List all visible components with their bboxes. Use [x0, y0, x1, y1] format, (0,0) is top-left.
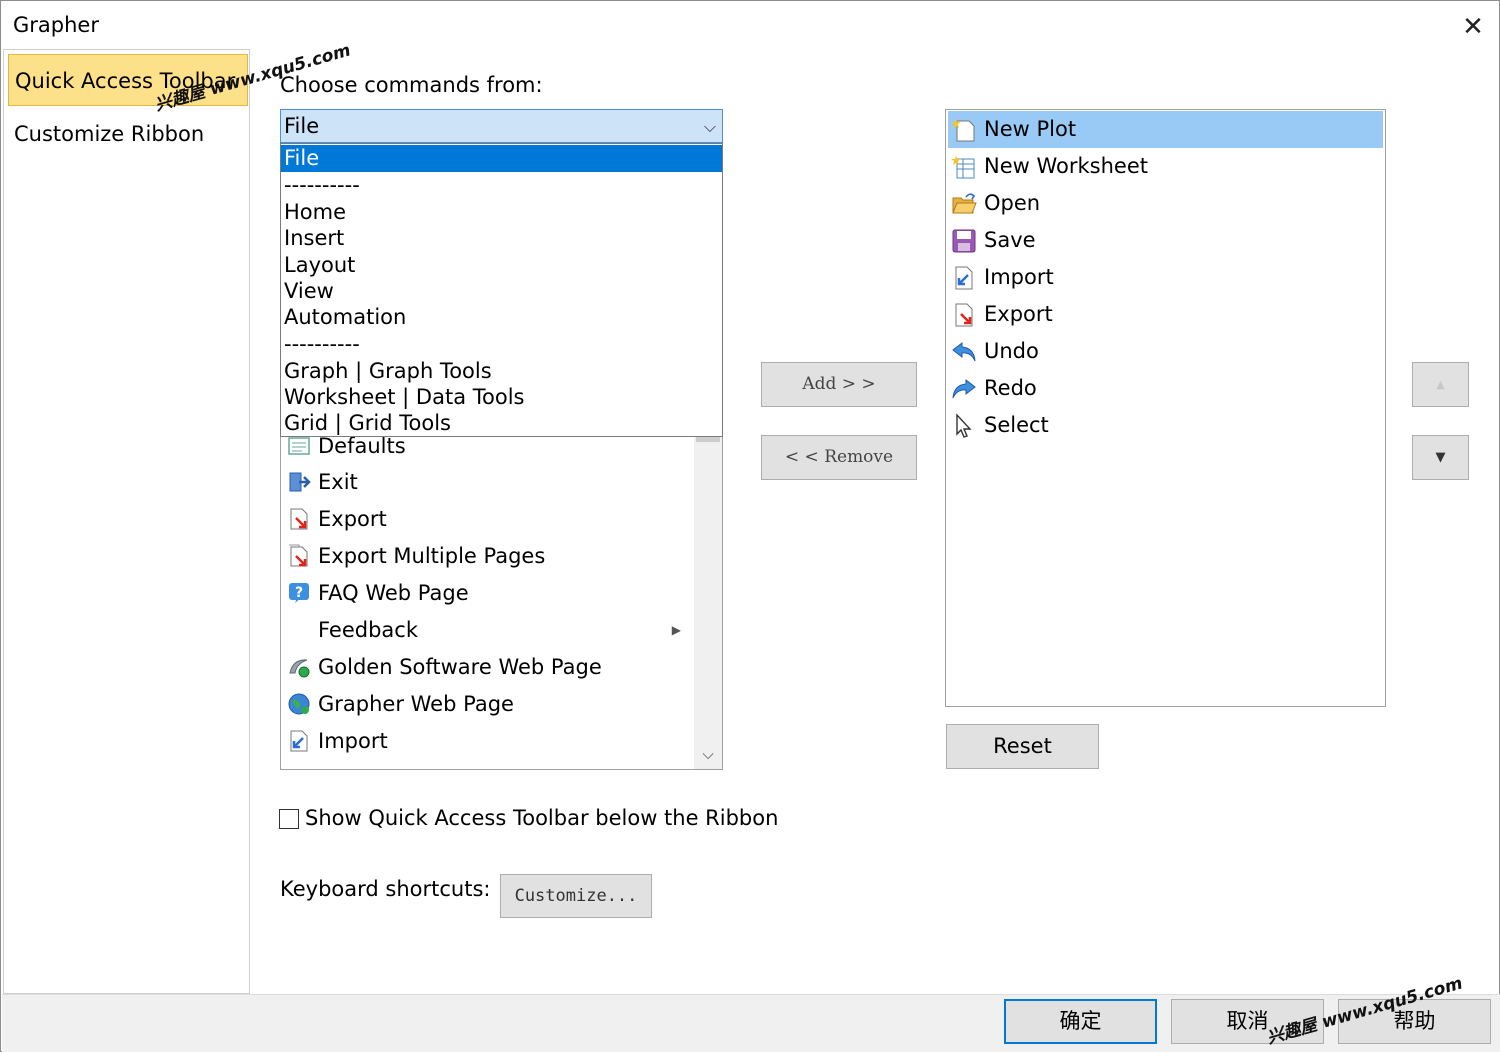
undo-icon	[952, 341, 976, 362]
dropdown-option[interactable]: Grid | Grid Tools	[281, 410, 722, 437]
list-item[interactable]: Redo	[948, 370, 1383, 407]
list-item-label: Import	[318, 729, 388, 753]
golden-web-icon	[289, 659, 310, 678]
export-icon	[955, 303, 973, 327]
list-item-label: Golden Software Web Page	[318, 655, 602, 679]
dropdown-option[interactable]: Layout	[281, 252, 722, 279]
list-item-label: Feedback	[318, 618, 419, 642]
list-item[interactable]: Save	[948, 222, 1383, 259]
list-item[interactable]: Export Multiple Pages	[285, 538, 689, 574]
remove-button[interactable]: < < Remove	[761, 435, 917, 480]
list-item-label: Save	[984, 228, 1036, 252]
add-button[interactable]: Add > >	[761, 362, 917, 407]
export-multiple-icon	[289, 544, 308, 567]
list-item-label: Grapher Web Page	[318, 692, 514, 716]
customize-dialog: Grapher ✕ Quick Access Toolbar Customize…	[0, 0, 1500, 1052]
scroll-down-icon[interactable]: ⌵	[694, 741, 722, 767]
choose-commands-label: Choose commands from:	[280, 73, 543, 97]
combo-value: File	[284, 114, 320, 138]
list-item[interactable]: Undo	[948, 333, 1383, 370]
list-item[interactable]: Feedback ▶	[285, 612, 689, 648]
new-plot-icon	[951, 118, 975, 142]
window-title: Grapher	[13, 13, 99, 37]
keyboard-shortcuts-label: Keyboard shortcuts:	[280, 877, 491, 901]
dropdown-option[interactable]: File	[281, 145, 722, 172]
dropdown-separator: ----------	[284, 332, 360, 356]
new-worksheet-icon	[951, 155, 975, 179]
defaults-icon	[288, 437, 310, 455]
save-icon	[952, 229, 976, 253]
list-item-label: Open	[984, 191, 1041, 215]
list-item[interactable]: Select	[948, 407, 1383, 444]
list-item[interactable]: Open	[948, 185, 1383, 222]
customize-shortcuts-button[interactable]: Customize...	[500, 874, 652, 918]
commands-source-combo[interactable]: File ⌵	[280, 109, 723, 143]
commands-source-dropdown[interactable]: File ---------- Home Insert Layout View …	[280, 143, 723, 437]
svg-text:?: ?	[295, 585, 303, 601]
list-item[interactable]: Import	[948, 259, 1383, 296]
dropdown-option[interactable]: View	[281, 278, 722, 305]
list-item[interactable]: ? FAQ Web Page	[285, 575, 689, 611]
chevron-down-icon: ⌵	[703, 117, 716, 136]
list-item-label: Undo	[984, 339, 1039, 363]
quick-access-commands-list[interactable]: New Plot New Worksheet Open Save Import …	[945, 109, 1386, 707]
list-item[interactable]: New Worksheet	[948, 148, 1383, 185]
close-icon[interactable]: ✕	[1453, 7, 1493, 47]
dropdown-option[interactable]: Insert	[281, 225, 722, 252]
list-item-label: Redo	[984, 376, 1037, 400]
dropdown-separator: ----------	[284, 173, 360, 197]
globe-icon	[288, 693, 310, 715]
list-item-label: New Plot	[984, 117, 1077, 141]
list-item-label: New Worksheet	[984, 154, 1148, 178]
export-icon	[290, 508, 308, 530]
list-item[interactable]: Exit	[285, 464, 689, 500]
list-item-label: Import	[984, 265, 1054, 289]
left-nav: Quick Access Toolbar Customize Ribbon	[3, 49, 250, 994]
list-item[interactable]: New Plot	[948, 111, 1383, 148]
list-item[interactable]: Golden Software Web Page	[285, 649, 689, 685]
import-icon	[290, 730, 308, 752]
open-folder-icon	[952, 193, 977, 214]
redo-icon	[952, 378, 976, 399]
list-item-label: Exit	[318, 470, 358, 494]
ok-button[interactable]: 确定	[1004, 999, 1157, 1044]
show-below-ribbon-label[interactable]: Show Quick Access Toolbar below the Ribb…	[305, 806, 778, 830]
list-item[interactable]: Import	[285, 723, 689, 759]
move-up-button[interactable]: ▲	[1412, 362, 1469, 407]
dropdown-option[interactable]: Automation	[281, 304, 722, 331]
exit-icon	[289, 472, 311, 492]
cursor-icon	[956, 413, 972, 438]
list-item[interactable]: Grapher Web Page	[285, 686, 689, 722]
list-item-label: Export	[318, 507, 387, 531]
show-below-ribbon-checkbox[interactable]	[279, 809, 299, 829]
title-bar: Grapher ✕	[1, 1, 1500, 51]
list-item-label: FAQ Web Page	[318, 581, 469, 605]
list-item-label: Export Multiple Pages	[318, 544, 546, 568]
dropdown-option[interactable]: Worksheet | Data Tools	[281, 384, 722, 411]
nav-customize-ribbon[interactable]: Customize Ribbon	[8, 108, 248, 160]
help-icon: ?	[289, 583, 309, 603]
dropdown-option[interactable]: Graph | Graph Tools	[281, 358, 722, 385]
reset-button[interactable]: Reset	[946, 724, 1099, 769]
import-icon	[955, 266, 973, 290]
list-item[interactable]: Export	[285, 501, 689, 537]
move-down-button[interactable]: ▼	[1412, 435, 1469, 480]
list-item-label: Select	[984, 413, 1049, 437]
list-item[interactable]: Export	[948, 296, 1383, 333]
list-item-label: Export	[984, 302, 1053, 326]
submenu-arrow-icon: ▶	[671, 623, 681, 637]
dropdown-option[interactable]: Home	[281, 199, 722, 226]
